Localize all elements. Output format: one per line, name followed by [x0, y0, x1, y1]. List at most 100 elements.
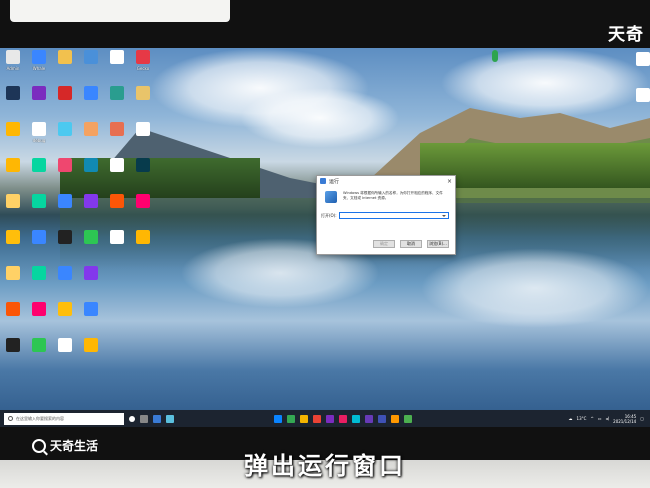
open-input[interactable] [339, 212, 449, 219]
app-icon [6, 302, 20, 316]
app-icon [136, 194, 150, 208]
desktop-icon[interactable] [54, 338, 76, 372]
app-icon [32, 158, 46, 172]
edge-icon[interactable] [274, 414, 282, 423]
desktop-icon[interactable] [54, 302, 76, 336]
desktop-icon[interactable]: Admin [2, 50, 24, 84]
run-dialog-titlebar[interactable]: 运行 × [317, 176, 455, 186]
desktop-icon[interactable] [2, 122, 24, 156]
desktop-icon[interactable] [54, 230, 76, 264]
weather-icon[interactable]: ☁ [569, 416, 573, 421]
ok-button[interactable]: 确定 [373, 240, 395, 248]
desktop-icon[interactable]: Gecko [132, 50, 154, 84]
taskbar-app-icon[interactable] [352, 414, 360, 423]
desktop-icon[interactable] [80, 122, 102, 156]
desktop-icon[interactable] [28, 158, 50, 192]
desktop-icon[interactable] [54, 194, 76, 228]
notification-icon[interactable]: ▢ [640, 416, 644, 421]
desktop-icon[interactable] [54, 86, 76, 120]
taskbar-search-box[interactable]: 在这里输入你要搜索的内容 [4, 412, 124, 425]
desktop-icon[interactable] [106, 86, 128, 120]
desktop-icon[interactable] [80, 194, 102, 228]
app-icon [58, 86, 72, 100]
cortana-icon[interactable] [129, 415, 135, 422]
desktop-icon[interactable] [80, 338, 102, 372]
desktop-icon[interactable] [132, 122, 154, 156]
desktop-icon[interactable] [80, 302, 102, 336]
desktop-icon[interactable]: Whale [28, 50, 50, 84]
desktop-icon[interactable] [28, 302, 50, 336]
desktop-icon[interactable] [80, 50, 102, 84]
app-icon [84, 338, 98, 352]
taskbar-app-icon[interactable] [153, 414, 161, 423]
desktop-icon[interactable] [28, 338, 50, 372]
taskbar-app-icon[interactable] [365, 414, 373, 423]
taskbar-app-icon[interactable] [313, 414, 321, 423]
taskbar-app-icon[interactable] [300, 414, 308, 423]
desktop-icon-file[interactable] [632, 52, 650, 86]
app-icon [110, 86, 124, 100]
close-icon[interactable]: × [447, 178, 452, 185]
desktop-icon[interactable] [80, 158, 102, 192]
desktop-icon[interactable]: debug [28, 122, 50, 156]
taskbar-app-icon[interactable] [287, 414, 295, 423]
taskbar-app-icon[interactable] [166, 414, 174, 423]
browse-button[interactable]: 浏览(B)... [427, 240, 449, 248]
desktop-icon[interactable] [106, 230, 128, 264]
desktop-icon[interactable] [132, 230, 154, 264]
app-icon [84, 50, 98, 64]
desktop-icon[interactable] [54, 266, 76, 300]
desktop-icon[interactable] [28, 230, 50, 264]
taskbar-app-icon[interactable] [391, 414, 399, 423]
open-row: 打开(O): [317, 205, 455, 219]
desktop-icon[interactable] [2, 230, 24, 264]
desktop-icon[interactable] [106, 194, 128, 228]
app-icon [32, 230, 46, 244]
cancel-button[interactable]: 取消 [400, 240, 422, 248]
desktop-icon[interactable] [2, 86, 24, 120]
desktop-screen: Admin Whale Gecko debug 运行 × Windows 将根据你所输… [0, 48, 650, 427]
desktop-icon[interactable] [80, 86, 102, 120]
network-icon[interactable]: ▭ [598, 416, 602, 421]
desktop-icon[interactable] [132, 158, 154, 192]
app-icon [136, 230, 150, 244]
desktop-icon[interactable] [132, 194, 154, 228]
desktop-icon[interactable] [54, 50, 76, 84]
taskbar-app-icon[interactable] [326, 414, 334, 423]
desktop-icon[interactable] [54, 122, 76, 156]
clock[interactable]: 16:45 2021/12/14 [613, 414, 636, 424]
desktop-icon[interactable] [106, 158, 128, 192]
monitor-bezel-top [0, 0, 650, 48]
desktop-icon[interactable] [106, 122, 128, 156]
desktop-icon[interactable] [106, 50, 128, 84]
task-view-icon[interactable] [140, 414, 148, 423]
app-icon [58, 122, 72, 136]
desktop-icon-file[interactable] [632, 88, 650, 122]
app-icon [32, 50, 46, 64]
search-placeholder: 在这里输入你要搜索的内容 [16, 415, 64, 421]
taskbar-app-icon[interactable] [378, 414, 386, 423]
app-icon [110, 158, 124, 172]
app-icon [58, 302, 72, 316]
desktop-icon[interactable] [80, 230, 102, 264]
weather-temp[interactable]: 13°C [577, 416, 587, 421]
desktop-icon[interactable] [2, 302, 24, 336]
app-icon [32, 266, 46, 280]
desktop-icon[interactable] [28, 86, 50, 120]
desktop-icon[interactable] [54, 158, 76, 192]
desktop-icon[interactable] [2, 158, 24, 192]
desktop-icon[interactable] [28, 194, 50, 228]
desktop-icon[interactable] [132, 86, 154, 120]
app-icon [32, 86, 46, 100]
volume-icon[interactable]: ◂) [606, 416, 610, 421]
desktop-icon[interactable] [2, 194, 24, 228]
desktop-icon[interactable] [2, 266, 24, 300]
taskbar-app-icon[interactable] [339, 414, 347, 423]
open-label: 打开(O): [321, 212, 337, 218]
desktop-icon[interactable] [80, 266, 102, 300]
desktop-icon[interactable] [2, 338, 24, 372]
taskbar-app-icon[interactable] [404, 414, 412, 423]
chevron-up-icon[interactable]: ^ [590, 416, 593, 421]
desktop-icon[interactable] [28, 266, 50, 300]
photo-frame: 天奇 Admin Whale Gecko debug 运行 × Windows … [0, 0, 650, 488]
